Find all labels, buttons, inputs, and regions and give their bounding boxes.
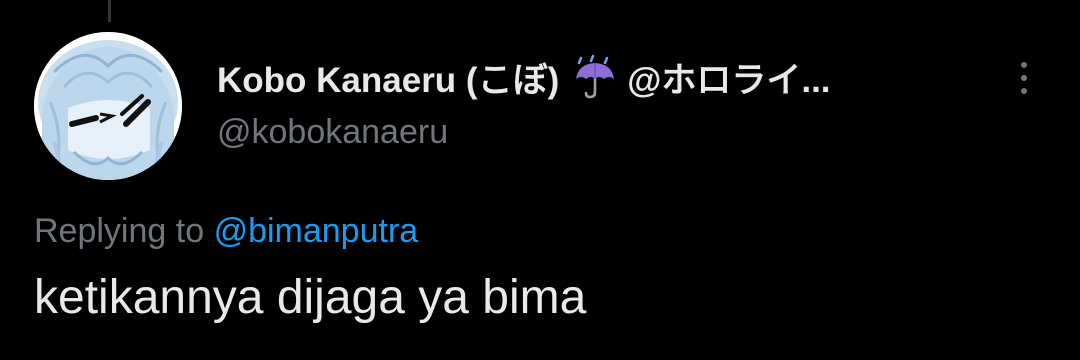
thread-connector-line	[108, 0, 111, 22]
more-dot-icon	[1021, 88, 1027, 94]
username[interactable]: @kobokanaeru	[217, 113, 448, 152]
tweet: Kobo Kanaeru (こぼ) @ホロライ... @kobokanaeru …	[0, 0, 1080, 360]
avatar[interactable]	[34, 32, 182, 180]
tweet-header: Kobo Kanaeru (こぼ) @ホロライ...	[217, 52, 831, 102]
more-dot-icon	[1021, 62, 1027, 68]
more-dot-icon	[1021, 75, 1027, 81]
display-name[interactable]: Kobo Kanaeru (こぼ)	[217, 52, 559, 103]
more-options-button[interactable]	[1004, 56, 1044, 100]
replying-to-line: Replying to @bimanputra	[34, 212, 418, 251]
replying-to-label: Replying to	[34, 212, 205, 250]
umbrella-rain-icon	[573, 54, 617, 99]
avatar-illustration	[34, 32, 182, 180]
reply-mention-link[interactable]: @bimanputra	[214, 212, 419, 250]
tweet-text: ketikannya dijaga ya bima	[34, 271, 587, 324]
display-name-suffix[interactable]: @ホロライ...	[627, 52, 830, 103]
